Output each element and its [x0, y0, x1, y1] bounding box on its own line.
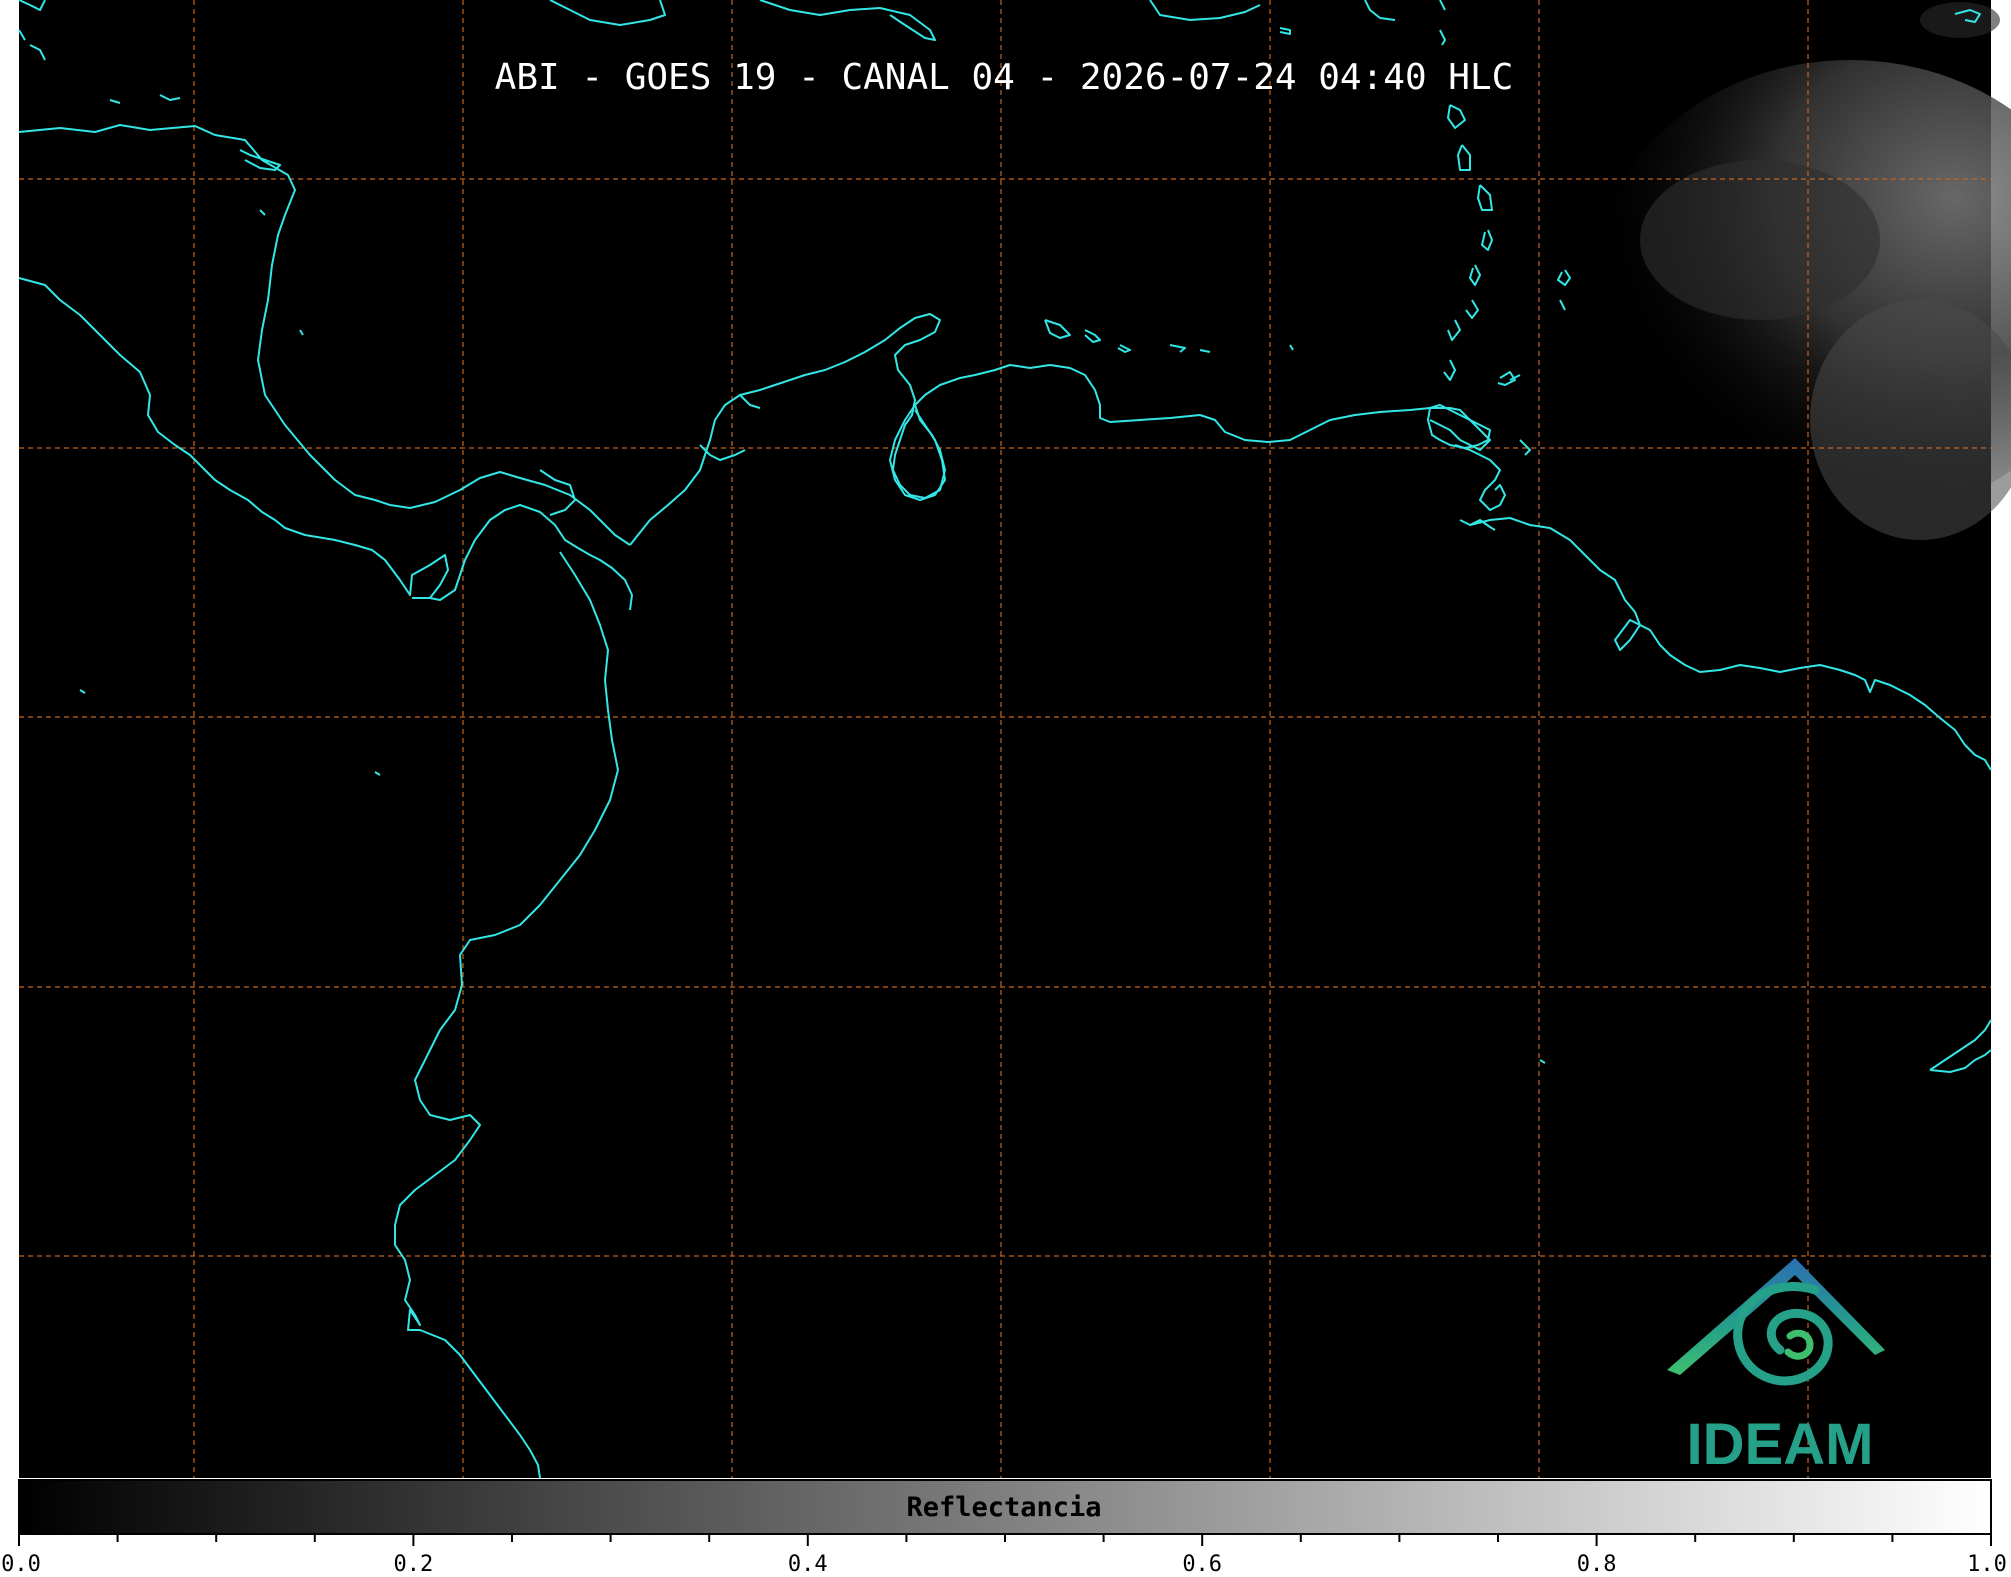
colorbar-ticks: [18, 1534, 1992, 1546]
colorbar-tick-labels: 0.0 0.2 0.4 0.6 0.8 1.0: [1, 1552, 2007, 1577]
colorbar-tick-label: 1.0: [1967, 1552, 2007, 1577]
colorbar-tick-label: 0.2: [394, 1552, 434, 1577]
satellite-map-figure: ABI - GOES 19 - CANAL 04 - 2026-07-24 04…: [0, 0, 2011, 1577]
map-title: ABI - GOES 19 - CANAL 04 - 2026-07-24 04…: [495, 57, 1514, 98]
colorbar: Reflectancia 0.0 0.2 0.4 0.6 0.8 1.0: [1, 1479, 2007, 1577]
colorbar-label: Reflectancia: [906, 1492, 1101, 1523]
ideam-logo-text: IDEAM: [1687, 1412, 1874, 1477]
colorbar-tick-label: 0.8: [1577, 1552, 1617, 1577]
colorbar-tick-label: 0.4: [788, 1552, 828, 1577]
colorbar-tick-label: 0.0: [1, 1552, 41, 1577]
colorbar-tick-label: 0.6: [1182, 1552, 1222, 1577]
